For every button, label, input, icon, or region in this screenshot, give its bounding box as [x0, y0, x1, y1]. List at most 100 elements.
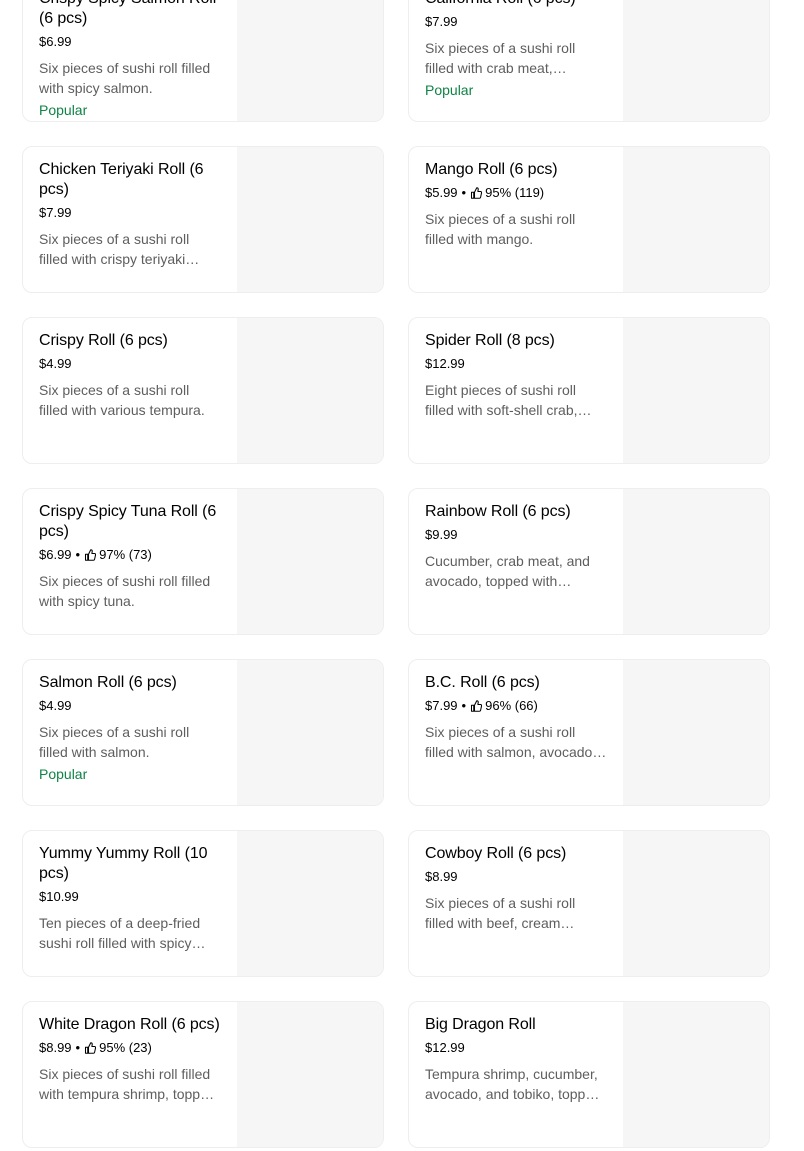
menu-item-description: Ten pieces of a deep-fried sushi roll fi… — [39, 915, 201, 951]
popular-badge: Popular — [425, 82, 474, 98]
menu-item-price: $6.99 — [39, 34, 72, 49]
menu-item-name: Yummy Yummy Roll (10 pcs) — [39, 845, 208, 882]
menu-item-description: Six pieces of sushi roll filled with spi… — [39, 573, 211, 609]
menu-item-meta: $10.99 — [39, 889, 221, 905]
menu-item-info: White Dragon Roll (6 pcs) $8.99 • 95% (23) S… — [39, 1015, 221, 1104]
menu-item-info: Cowboy Roll (6 pcs) $8.99 Six pieces of a … — [425, 844, 607, 933]
menu-item-card[interactable]: Chicken Teriyaki Roll (6 pcs) $7.99 Six pi… — [22, 146, 384, 293]
popular-badge: Popular — [39, 102, 88, 118]
meta-separator: • — [75, 547, 81, 562]
menu-item-description: Six pieces of sushi roll filled with tem… — [39, 1066, 216, 1102]
menu-item-image — [623, 147, 769, 292]
menu-item-meta: $8.99 • 95% (23) — [39, 1040, 221, 1056]
menu-item-name: Rainbow Roll (6 pcs) — [425, 503, 571, 520]
menu-item-price: $7.99 — [425, 14, 458, 29]
menu-item-meta: $6.99 • 97% (73) — [39, 547, 221, 563]
menu-item-image — [237, 147, 383, 292]
menu-item-meta: $8.99 — [425, 869, 607, 885]
menu-item-card[interactable]: Cowboy Roll (6 pcs) $8.99 Six pieces of a … — [408, 830, 770, 977]
menu-item-rating: 96% (66) — [485, 698, 538, 713]
menu-item-meta: $7.99 — [39, 205, 221, 221]
menu-item-price: $8.99 — [39, 1040, 72, 1055]
menu-item-price: $7.99 — [39, 205, 72, 220]
menu-item-image — [623, 318, 769, 463]
menu-item-meta: $7.99 — [425, 14, 607, 30]
menu-item-grid: Crispy Spicy Salmon Roll (6 pcs) $6.99 Six… — [22, 0, 772, 1148]
menu-item-price: $7.99 — [425, 698, 458, 713]
menu-item-info: Mango Roll (6 pcs) $5.99 • 95% (119) Six pie… — [425, 160, 607, 249]
menu-item-name: Chicken Teriyaki Roll (6 pcs) — [39, 161, 204, 198]
menu-item-info: Spider Roll (8 pcs) $12.99 Eight pieces of… — [425, 331, 607, 420]
menu-item-description: Six pieces of a sushi roll filled with s… — [39, 724, 190, 760]
menu-item-description: Cucumber, crab meat, and avocado, topped… — [425, 553, 590, 589]
menu-item-price: $10.99 — [39, 889, 79, 904]
menu-item-name: California Roll (6 pcs) — [425, 0, 607, 9]
meta-separator: • — [461, 698, 467, 713]
menu-item-rating: 95% (119) — [485, 185, 545, 200]
menu-item-price: $8.99 — [425, 869, 458, 884]
menu-item-info: Crispy Roll (6 pcs) $4.99 Six pieces of a … — [39, 331, 221, 420]
menu-item-price: $6.99 — [39, 547, 72, 562]
menu-item-card[interactable]: Spider Roll (8 pcs) $12.99 Eight pieces of… — [408, 317, 770, 464]
menu-item-meta: $5.99 • 95% (119) — [425, 185, 607, 201]
menu-item-meta: $12.99 — [425, 1040, 607, 1056]
menu-item-price: $9.99 — [425, 527, 458, 542]
menu-item-name: Crispy Spicy Salmon Roll (6 pcs) — [39, 0, 216, 27]
menu-item-info: Big Dragon Roll $12.99 Tempura shrimp, cuc… — [425, 1015, 607, 1104]
menu-item-name: Mango Roll (6 pcs) — [425, 161, 558, 178]
menu-item-rating: 97% (73) — [99, 547, 152, 562]
menu-item-card[interactable]: Crispy Spicy Tuna Roll (6 pcs) $6.99 • 97% … — [22, 488, 384, 635]
menu-item-name: B.C. Roll (6 pcs) — [425, 674, 540, 691]
menu-item-name: Salmon Roll (6 pcs) — [39, 674, 177, 691]
menu-item-price: $4.99 — [39, 698, 72, 713]
menu-item-image — [623, 489, 769, 634]
menu-item-description: Six pieces of a sushi roll filled with c… — [425, 40, 576, 76]
menu-item-card[interactable]: B.C. Roll (6 pcs) $7.99 • 96% (66) Six piece… — [408, 659, 770, 806]
menu-item-image — [623, 660, 769, 805]
menu-item-info: Rainbow Roll (6 pcs) $9.99 Cucumber, crab … — [425, 502, 607, 591]
popular-badge: Popular — [39, 766, 88, 782]
menu-item-name: Crispy Spicy Tuna Roll (6 pcs) — [39, 503, 217, 540]
menu-item-info: Chicken Teriyaki Roll (6 pcs) $7.99 Six pi… — [39, 160, 221, 269]
menu-item-card[interactable]: Salmon Roll (6 pcs) $4.99 Six pieces of a … — [22, 659, 384, 806]
menu-item-card[interactable]: Mango Roll (6 pcs) $5.99 • 95% (119) Six pie… — [408, 146, 770, 293]
menu-item-name: White Dragon Roll (6 pcs) — [39, 1016, 220, 1033]
meta-separator: • — [461, 185, 467, 200]
menu-item-description: Tempura shrimp, cucumber, avocado, and t… — [425, 1066, 601, 1102]
menu-item-card[interactable]: California Roll (6 pcs) $7.99 Six pieces o… — [408, 0, 770, 122]
menu-item-description: Six pieces of a sushi roll filled with s… — [425, 724, 597, 760]
menu-item-meta: $4.99 — [39, 698, 221, 714]
menu-item-card[interactable]: Big Dragon Roll $12.99 Tempura shrimp, cuc… — [408, 1001, 770, 1148]
menu-item-name: Crispy Roll (6 pcs) — [39, 332, 168, 349]
menu-item-name: Cowboy Roll (6 pcs) — [425, 845, 567, 862]
menu-item-meta: $6.99 — [39, 34, 221, 50]
menu-item-price: $12.99 — [425, 1040, 465, 1055]
menu-item-meta: $9.99 — [425, 527, 607, 543]
meta-separator: • — [75, 1040, 81, 1055]
menu-item-image — [237, 1002, 383, 1147]
menu-item-image — [237, 660, 383, 805]
menu-item-description: Six pieces of a sushi roll filled with m… — [425, 211, 576, 247]
menu-item-info: Crispy Spicy Salmon Roll (6 pcs) $6.99 Six… — [39, 0, 221, 120]
menu-item-rating: 95% (23) — [99, 1040, 152, 1055]
menu-item-meta: $7.99 • 96% (66) — [425, 698, 607, 714]
menu-item-image — [237, 489, 383, 634]
menu-item-meta: $4.99 — [39, 356, 221, 372]
menu-item-card[interactable]: Crispy Spicy Salmon Roll (6 pcs) $6.99 Six… — [22, 0, 384, 122]
menu-item-card[interactable]: Yummy Yummy Roll (10 pcs) $10.99 Ten piece… — [22, 830, 384, 977]
menu-item-description: Eight pieces of sushi roll filled with s… — [425, 382, 578, 418]
menu-item-meta: $12.99 — [425, 356, 607, 372]
menu-item-card[interactable]: Rainbow Roll (6 pcs) $9.99 Cucumber, crab … — [408, 488, 770, 635]
thumbs-up-icon — [470, 187, 483, 199]
menu-item-name: Big Dragon Roll — [425, 1016, 536, 1033]
menu-item-card[interactable]: Crispy Roll (6 pcs) $4.99 Six pieces of a … — [22, 317, 384, 464]
menu-item-info: B.C. Roll (6 pcs) $7.99 • 96% (66) Six piece… — [425, 673, 607, 762]
menu-item-info: California Roll (6 pcs) $7.99 Six pieces o… — [425, 0, 607, 100]
menu-item-image — [623, 1002, 769, 1147]
menu-item-price: $12.99 — [425, 356, 465, 371]
menu-item-image — [237, 318, 383, 463]
thumbs-up-icon — [84, 1042, 97, 1054]
menu-item-card[interactable]: White Dragon Roll (6 pcs) $8.99 • 95% (23) S… — [22, 1001, 384, 1148]
menu-item-info: Yummy Yummy Roll (10 pcs) $10.99 Ten piece… — [39, 844, 221, 953]
menu-item-description: Six pieces of sushi roll filled with spi… — [39, 60, 211, 96]
